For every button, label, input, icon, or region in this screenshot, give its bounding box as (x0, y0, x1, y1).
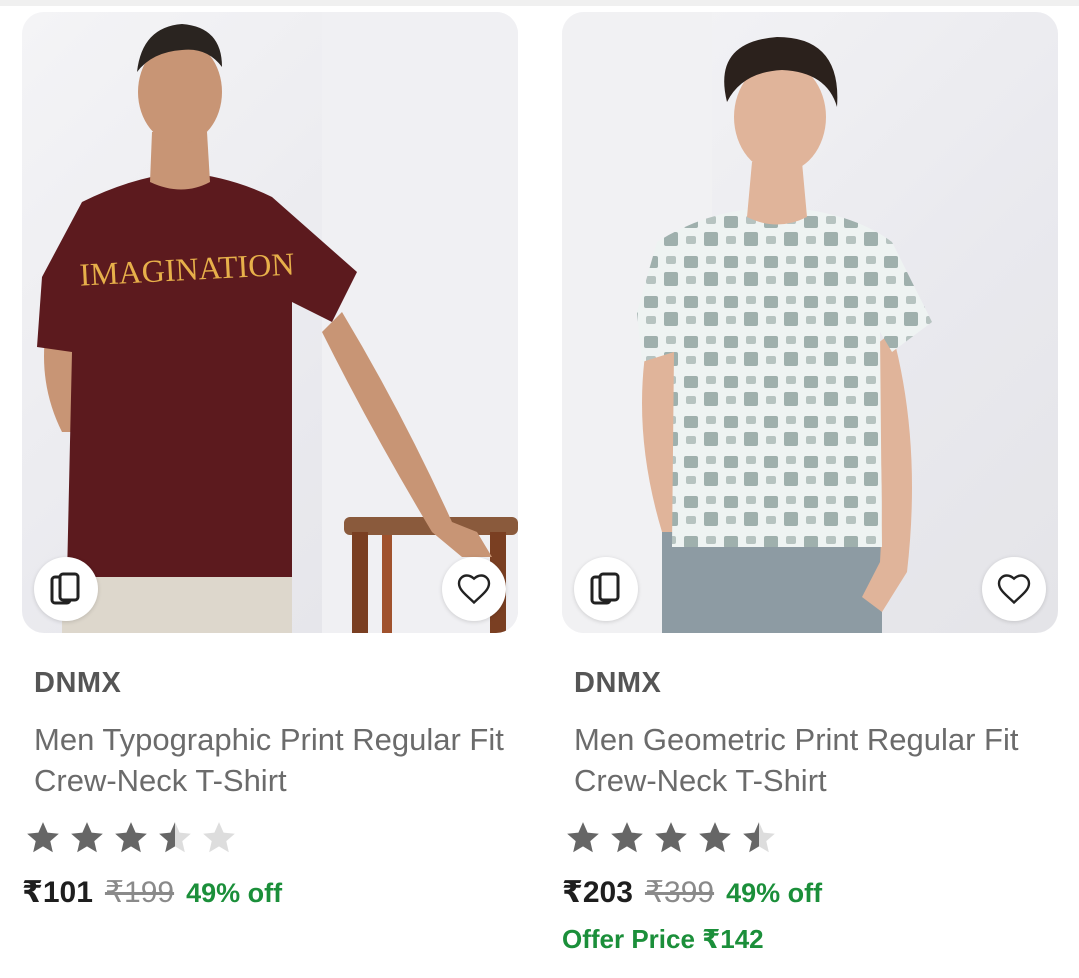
product-title[interactable]: Men Geometric Print Regular Fit Crew-Nec… (574, 719, 1058, 801)
star-icon (567, 822, 599, 853)
star-icon (611, 822, 643, 853)
rating-stars (24, 819, 518, 861)
compare-button[interactable] (34, 557, 98, 621)
star-icon (203, 822, 235, 853)
product-card[interactable]: DNMX Men Geometric Print Regular Fit Cre… (562, 12, 1058, 955)
star-icon (655, 822, 687, 853)
selling-price: ₹203 (562, 876, 633, 909)
top-divider (0, 0, 1079, 6)
wishlist-button[interactable] (442, 557, 506, 621)
heart-icon (997, 574, 1031, 605)
card-stack-icon (590, 572, 620, 605)
card-stack-icon (50, 572, 80, 605)
product-title[interactable]: Men Typographic Print Regular Fit Crew-N… (34, 719, 518, 801)
product-image[interactable]: IMAGINATION (22, 12, 518, 633)
price-row: ₹203 ₹399 49% off (562, 875, 1058, 910)
star-icon (159, 822, 191, 853)
heart-icon (457, 574, 491, 605)
wishlist-button[interactable] (982, 557, 1046, 621)
discount-label: 49% off (186, 878, 283, 908)
product-photo-illustration: IMAGINATION (37, 12, 518, 633)
star-icon (115, 822, 147, 853)
discount-label: 49% off (726, 878, 823, 908)
product-photo-illustration (562, 12, 932, 633)
selling-price: ₹101 (22, 876, 93, 909)
brand-name: DNMX (34, 667, 122, 699)
star-icon (71, 822, 103, 853)
brand-name: DNMX (574, 667, 662, 699)
original-price: ₹399 (644, 876, 715, 909)
rating-stars (564, 819, 1058, 861)
offer-price: Offer Price ₹142 (562, 924, 764, 954)
compare-button[interactable] (574, 557, 638, 621)
product-card[interactable]: IMAGINATION DNMX Men Typographic Print R… (22, 12, 518, 910)
original-price: ₹199 (104, 876, 175, 909)
product-image[interactable] (562, 12, 1058, 633)
star-icon (699, 822, 731, 853)
star-icon (27, 822, 59, 853)
price-row: ₹101 ₹199 49% off (22, 875, 518, 910)
star-icon (743, 822, 775, 853)
